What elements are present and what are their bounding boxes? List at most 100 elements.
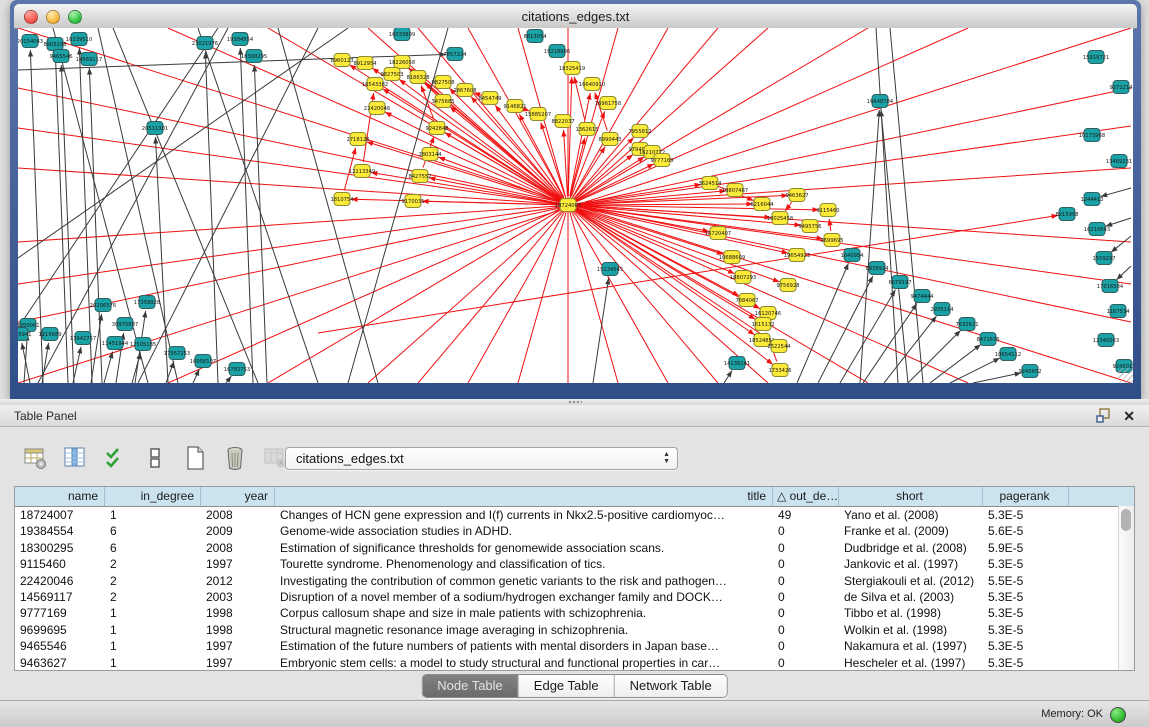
table-cell[interactable]: 2003	[201, 589, 275, 605]
network-node[interactable]: 9242848	[425, 122, 448, 135]
table-cell[interactable]: 5.3E-5	[983, 638, 1069, 654]
network-node[interactable]: 16961758	[595, 97, 621, 110]
table-cell[interactable]: 5.3E-5	[983, 556, 1069, 572]
table-cell[interactable]: 22420046	[15, 573, 105, 589]
network-node[interactable]: 8813054	[523, 30, 547, 43]
window-titlebar[interactable]: citations_edges.txt	[14, 4, 1137, 29]
network-node[interactable]: 9245652	[1018, 365, 1041, 378]
table-cell[interactable]: 2009	[201, 523, 275, 539]
network-node[interactable]: 1810754	[330, 193, 354, 206]
table-cell[interactable]: 1	[105, 638, 201, 654]
network-node[interactable]: 12345063	[1093, 334, 1119, 347]
table-cell[interactable]: 5.5E-5	[983, 573, 1069, 589]
network-node[interactable]: 19384554	[227, 33, 254, 46]
table-cell[interactable]: 0	[773, 589, 839, 605]
network-node[interactable]: 9699695	[820, 234, 843, 247]
table-cell[interactable]: Embryonic stem cells: a model to study s…	[275, 655, 773, 671]
network-node[interactable]: 8990443	[598, 133, 621, 146]
table-cell[interactable]: 6	[105, 540, 201, 556]
network-node[interactable]: 16210643	[1084, 223, 1110, 236]
network-node[interactable]: 8905298	[43, 38, 66, 51]
table-cell[interactable]: 0	[773, 523, 839, 539]
network-node[interactable]: 9463627	[785, 189, 808, 202]
table-cell[interactable]: Structural magnetic resonance image aver…	[275, 622, 773, 638]
table-cell[interactable]: 1998	[201, 622, 275, 638]
network-node[interactable]: 9474444	[910, 290, 934, 303]
network-node[interactable]: 12213349	[349, 165, 375, 178]
network-node[interactable]: 8912954	[353, 57, 377, 70]
table-cell[interactable]: 19384554	[15, 523, 105, 539]
table-cell[interactable]: 2012	[201, 573, 275, 589]
network-node[interactable]: 7632621	[955, 318, 978, 331]
network-node[interactable]: 20511301	[142, 122, 168, 135]
table-settings-icon[interactable]	[22, 445, 48, 471]
network-node[interactable]: 9465546	[49, 50, 72, 63]
network-node[interactable]: 9272214	[1109, 81, 1133, 94]
table-cell[interactable]: 14569117	[15, 589, 105, 605]
table-row[interactable]: 1456911722003Disruption of a novel membe…	[15, 589, 1134, 605]
column-header-name[interactable]: name	[15, 487, 105, 506]
table-row[interactable]: 946362711997Embryonic stem cells: a mode…	[15, 655, 1134, 671]
network-canvas[interactable]: 8960123891295418226058982750381863281654…	[18, 28, 1133, 383]
table-cell[interactable]: 1997	[201, 655, 275, 671]
table-cell[interactable]: Investigating the contribution of common…	[275, 573, 773, 589]
network-node[interactable]: 1640954	[840, 249, 864, 262]
network-node[interactable]: 13942757	[70, 332, 96, 345]
network-node[interactable]: 9827508	[431, 76, 454, 89]
table-cell[interactable]: 5.3E-5	[983, 507, 1069, 523]
table-cell[interactable]: 2008	[201, 507, 275, 523]
table-cell[interactable]: Tourette syndrome. Phenomenology and cla…	[275, 556, 773, 572]
network-node[interactable]: 2522544	[767, 340, 791, 353]
table-row[interactable]: 1938455462009Genome-wide association stu…	[15, 523, 1134, 539]
table-cell[interactable]: 0	[773, 605, 839, 621]
network-node[interactable]: 1167534	[1106, 305, 1130, 318]
network-graph[interactable]: 8960123891295418226058982750381863281654…	[18, 28, 1133, 383]
network-node[interactable]: 2867608	[453, 84, 476, 97]
network-node[interactable]: 9495756	[798, 220, 821, 233]
resize-grip-icon[interactable]	[1118, 368, 1133, 383]
network-node[interactable]: 3475685	[431, 95, 454, 108]
network-node[interactable]: 2718126	[346, 133, 369, 146]
table-cell[interactable]: 0	[773, 556, 839, 572]
table-cell[interactable]: 2	[105, 556, 201, 572]
close-panel-icon[interactable]: ✕	[1123, 409, 1135, 423]
table-cell[interactable]: Changes of HCN gene expression and I(f) …	[275, 507, 773, 523]
table-cell[interactable]: Wolkin et al. (1998)	[839, 622, 983, 638]
column-header-title[interactable]: title	[275, 487, 773, 506]
tab-edge-table[interactable]: Edge Table	[519, 675, 615, 697]
network-node[interactable]: 1244413	[1080, 193, 1103, 206]
network-node[interactable]: 30975887	[112, 318, 138, 331]
column-header-short[interactable]: short	[839, 487, 983, 506]
network-node[interactable]: 7955812	[628, 125, 651, 138]
network-node[interactable]: 6679197	[888, 276, 911, 289]
network-node[interactable]: 20154043	[18, 35, 43, 48]
network-node[interactable]: 17016504	[1097, 280, 1124, 293]
network-node[interactable]: 2803144	[418, 148, 442, 161]
network-node[interactable]: 9146821	[503, 100, 526, 113]
table-cell[interactable]: Yano et al. (2008)	[839, 507, 983, 523]
table-cell[interactable]: 18300295	[15, 540, 105, 556]
table-row[interactable]: 977716911998Corpus callosum shape and si…	[15, 605, 1134, 621]
table-row[interactable]: 2242004622012Investigating the contribut…	[15, 573, 1134, 589]
network-node[interactable]: 1362615	[575, 123, 598, 136]
table-scrollbar[interactable]	[1118, 506, 1134, 670]
table-cell[interactable]: Jankovic et al. (1997)	[839, 556, 983, 572]
network-node[interactable]: 17957253	[164, 347, 190, 360]
table-cell[interactable]: 0	[773, 638, 839, 654]
network-node[interactable]: 13469231	[1106, 155, 1132, 168]
network-node[interactable]: 15919721	[1083, 51, 1109, 64]
network-node[interactable]: 1215689	[38, 328, 61, 341]
table-row[interactable]: 946554611997Estimation of the future num…	[15, 638, 1134, 654]
network-node[interactable]: 16958107	[190, 355, 216, 368]
float-panel-icon[interactable]	[1096, 408, 1111, 423]
network-node[interactable]: 23021976	[192, 37, 218, 50]
row-options-icon[interactable]	[142, 445, 168, 471]
table-cell[interactable]: Franke et al. (2009)	[839, 523, 983, 539]
table-cell[interactable]: 5.3E-5	[983, 622, 1069, 638]
table-row[interactable]: 1872400712008Changes of HCN gene express…	[15, 507, 1134, 523]
network-node[interactable]: 7857224	[443, 48, 467, 61]
table-cell[interactable]: 0	[773, 573, 839, 589]
table-cell[interactable]: Dudbridge et al. (2008)	[839, 540, 983, 556]
table-cell[interactable]: 2008	[201, 540, 275, 556]
network-node[interactable]: 1615132	[751, 318, 774, 331]
